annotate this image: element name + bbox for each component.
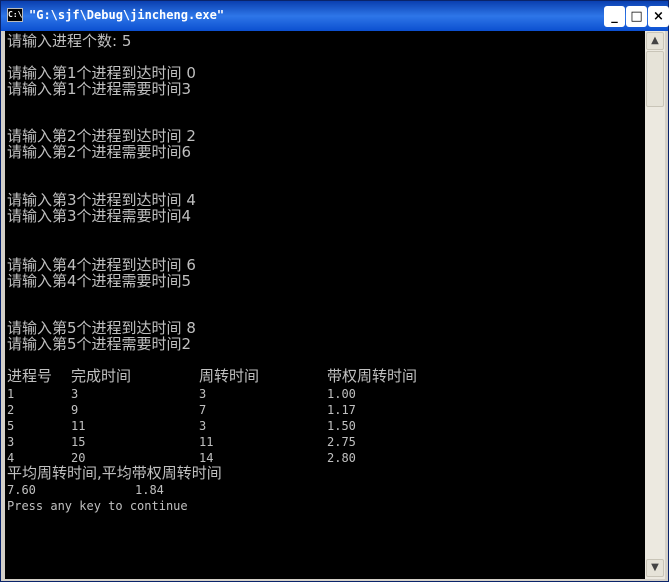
cell-process: 5 (7, 419, 15, 433)
cell-weighted: 1.50 (327, 419, 356, 433)
prompt-arrive-3: 请输入第3个进程到达时间 4 (7, 191, 196, 209)
prompt-arrive-2: 请输入第2个进程到达时间 2 (7, 127, 196, 145)
title-bar[interactable]: C:\ "G:\sjf\Debug\jincheng.exe" _ □ × (1, 1, 669, 31)
table-header-finish: 完成时间 (71, 367, 132, 385)
prompt-need-1: 请输入第1个进程需要时间3 (7, 80, 192, 98)
prompt-arrive-1: 请输入第1个进程到达时间 0 (7, 64, 196, 82)
prompt-arrive-4: 请输入第4个进程到达时间 6 (7, 256, 196, 274)
prompt-need-5: 请输入第5个进程需要时间2 (7, 335, 192, 353)
average-weighted-value: 1.84 (135, 483, 164, 497)
cell-weighted: 1.17 (327, 403, 356, 417)
average-turnaround-value: 7.60 (7, 483, 36, 497)
cell-finish: 9 (71, 403, 79, 417)
prompt-need-2: 请输入第2个进程需要时间6 (7, 143, 192, 161)
cell-process: 3 (7, 435, 15, 449)
cell-finish: 11 (71, 419, 86, 433)
cell-process: 1 (7, 387, 15, 401)
scroll-up-button[interactable]: ▲ (646, 32, 664, 50)
console-window: C:\ "G:\sjf\Debug\jincheng.exe" _ □ × 请输… (0, 0, 669, 582)
cell-finish: 15 (71, 435, 86, 449)
cell-weighted: 1.00 (327, 387, 356, 401)
cell-weighted: 2.80 (327, 451, 356, 465)
average-label: 平均周转时间,平均带权周转时间 (7, 464, 222, 482)
prompt-need-3: 请输入第3个进程需要时间4 (7, 207, 192, 225)
table-header-turnaround: 周转时间 (199, 367, 260, 385)
close-button[interactable]: × (648, 6, 669, 27)
cell-finish: 20 (71, 451, 86, 465)
minimize-button[interactable]: _ (604, 6, 625, 27)
prompt-need-4: 请输入第4个进程需要时间5 (7, 272, 192, 290)
vertical-scrollbar[interactable]: ▲ ▼ (645, 31, 665, 579)
cell-turnaround: 3 (199, 387, 207, 401)
cell-weighted: 2.75 (327, 435, 356, 449)
cell-turnaround: 11 (199, 435, 214, 449)
cell-process: 2 (7, 403, 15, 417)
cell-process: 4 (7, 451, 15, 465)
cell-turnaround: 3 (199, 419, 207, 433)
press-any-key-message: Press any key to continue (7, 499, 188, 513)
table-header-weighted: 带权周转时间 (327, 367, 418, 385)
cell-turnaround: 7 (199, 403, 207, 417)
window-title: "G:\sjf\Debug\jincheng.exe" (29, 8, 225, 22)
cell-finish: 3 (71, 387, 79, 401)
maximize-button[interactable]: □ (626, 6, 647, 27)
scroll-down-button[interactable]: ▼ (646, 559, 664, 577)
console-output[interactable]: 请输入进程个数: 5 请输入第1个进程到达时间 0 请输入第1个进程需要时间3 … (5, 31, 645, 579)
scroll-thumb[interactable] (646, 51, 664, 107)
prompt-arrive-5: 请输入第5个进程到达时间 8 (7, 319, 196, 337)
table-header-process: 进程号 (7, 367, 53, 385)
cell-turnaround: 14 (199, 451, 214, 465)
console-app-icon[interactable]: C:\ (7, 8, 23, 22)
prompt-process-count: 请输入进程个数: 5 (7, 32, 132, 50)
